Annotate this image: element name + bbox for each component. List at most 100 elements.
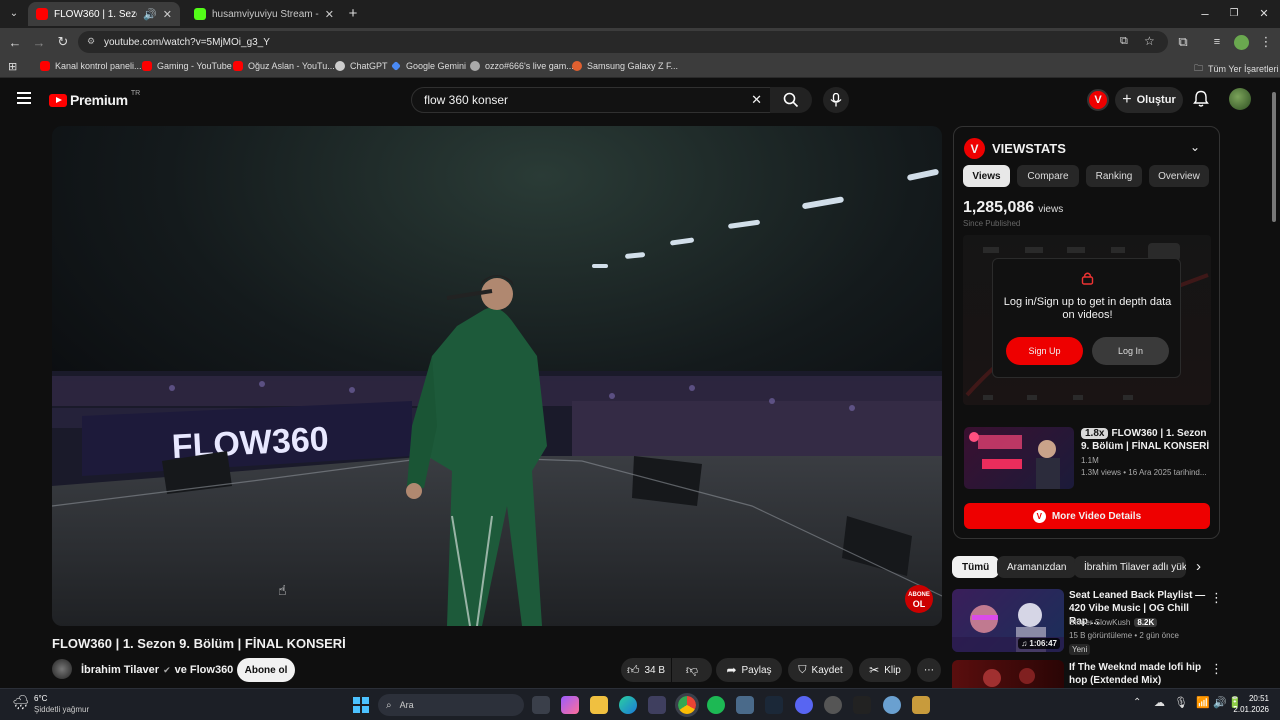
page-scrollbar[interactable] [1272, 92, 1276, 222]
all-bookmarks[interactable]: 🗀 Tüm Yer İşaretleri [1194, 61, 1279, 77]
tray-chevron-icon[interactable]: ⌃ [1133, 697, 1141, 708]
start-windows-icon[interactable] [353, 697, 369, 713]
bookmark-star-icon[interactable]: ☆ [1144, 34, 1155, 48]
tab-search-icon[interactable]: ⌄ [5, 4, 23, 22]
search-value: flow 360 konser [424, 93, 509, 107]
browser-menu-icon[interactable]: ⋮ [1257, 33, 1275, 51]
recommended-menu-icon[interactable]: ⋮ [1210, 590, 1223, 606]
league-icon[interactable] [912, 696, 930, 714]
copilot-icon[interactable] [561, 696, 579, 714]
forward-arrow-icon[interactable]: → [30, 33, 48, 51]
chrome-icon[interactable] [675, 693, 699, 717]
cast-icon[interactable]: ⧉ [1120, 35, 1128, 48]
chips-next-chevron-icon[interactable]: › [1196, 558, 1201, 575]
related-title-block[interactable]: 1.8x FLOW360 | 1. Sezon 9. Bölüm | FİNAL … [1081, 427, 1213, 453]
recommended-title[interactable]: If The Weeknd made lofi hip hop (Extende… [1069, 661, 1207, 687]
channel-collab[interactable]: ve Flow360 [175, 664, 234, 676]
bookmark-item[interactable]: Samsung Galaxy Z F... [572, 61, 678, 71]
video-player[interactable]: FLOW360 ABONE OL ☝ [52, 126, 942, 626]
bookmark-item[interactable]: Kanal kontrol paneli... [40, 61, 142, 71]
chip-all[interactable]: Tümü [952, 556, 1000, 578]
window-close-icon[interactable]: ✕ [1255, 4, 1273, 22]
wifi-icon[interactable]: 📶 [1196, 696, 1210, 709]
volume-icon[interactable]: 🔊 [1213, 696, 1227, 709]
tab-overview[interactable]: Overview [1149, 165, 1209, 187]
app-icon[interactable] [883, 696, 901, 714]
minimize-icon[interactable]: – [1196, 4, 1214, 22]
back-arrow-icon[interactable]: ← [6, 33, 24, 51]
viewstats-extension-icon[interactable]: V [1087, 89, 1109, 111]
spotify-icon[interactable] [707, 696, 725, 714]
tab-youtube[interactable]: FLOW360 | 1. Sezon 9. Bölüm 🔊 ✕ [28, 2, 180, 26]
onedrive-icon[interactable]: ☁ [1154, 696, 1165, 709]
tab-compare[interactable]: Compare [1017, 165, 1079, 187]
weather-icon[interactable]: 🌧 [12, 694, 30, 711]
channel-avatar[interactable] [52, 659, 72, 679]
tab-views[interactable]: Views [963, 165, 1010, 187]
channel-names[interactable]: İbrahim Tilaver ✔ ve Flow360 [81, 664, 233, 676]
apps-grid-icon[interactable]: ⊞ [8, 60, 17, 73]
bookmark-item[interactable]: ozzo#666's live gam... [470, 61, 574, 71]
hamburger-menu-icon[interactable] [17, 92, 31, 104]
collapse-chevron-icon[interactable]: ⌄ [1190, 140, 1200, 154]
file-explorer-icon[interactable] [590, 696, 608, 714]
app-icon[interactable] [736, 696, 754, 714]
search-icon: ⌕ [386, 699, 392, 711]
subscribe-button[interactable]: Abone ol [237, 658, 295, 682]
media-controls-icon[interactable]: ≡ [1208, 33, 1226, 51]
clock-date[interactable]: 2.01.2026 [1228, 705, 1269, 714]
chip-channel-uploads[interactable]: İbrahim Tilaver adlı yükl [1074, 556, 1186, 578]
tab-close-icon[interactable]: ✕ [163, 8, 172, 21]
site-info-icon[interactable]: ⚙ [87, 36, 95, 47]
address-bar[interactable]: ⚙ youtube.com/watch?v=5MjMOi_g3_Y ⧉ ☆ [78, 31, 1168, 53]
related-thumbnail[interactable] [964, 427, 1074, 489]
task-view-icon[interactable] [532, 696, 550, 714]
youtube-logo[interactable]: Premium TR [49, 90, 140, 108]
more-actions-button[interactable]: ⋯ [917, 658, 941, 682]
notifications-bell-icon[interactable] [1193, 90, 1209, 113]
clear-search-icon[interactable]: ✕ [751, 92, 762, 108]
dislike-button[interactable]: 👎︎ [672, 658, 712, 682]
bookmark-item[interactable]: ChatGPT [335, 61, 388, 71]
bookmark-item[interactable]: Oğuz Aslan - YouTu... [233, 61, 335, 71]
discord-icon[interactable] [795, 696, 813, 714]
taskbar-search-input[interactable]: ⌕ Ara [378, 694, 524, 716]
channel-name[interactable]: İbrahim Tilaver [81, 664, 159, 676]
recommended-channel[interactable]: Stoner SlowKush [1069, 618, 1130, 627]
steam-icon[interactable] [765, 696, 783, 714]
tab-kick[interactable]: husamviyuviyu Stream - Watch ✕ [186, 2, 342, 26]
more-video-details-button[interactable]: V More Video Details [964, 503, 1210, 529]
capcut-icon[interactable] [853, 696, 871, 714]
chip-from-search[interactable]: Aramanızdan [997, 556, 1077, 578]
new-tab-plus-icon[interactable]: + [344, 4, 362, 22]
search-button[interactable] [770, 87, 812, 113]
clip-button[interactable]: ✂ Klip [859, 658, 911, 682]
log-in-button[interactable]: Log In [1092, 337, 1169, 365]
bookmark-item[interactable]: Gaming - YouTube [142, 61, 232, 71]
tab-ranking[interactable]: Ranking [1086, 165, 1142, 187]
restore-icon[interactable]: ❐ [1225, 4, 1243, 22]
sign-up-button[interactable]: Sign Up [1006, 337, 1083, 365]
tab-close-icon[interactable]: ✕ [325, 8, 334, 21]
profile-avatar[interactable] [1234, 35, 1249, 50]
clock-time[interactable]: 20:51 [1245, 694, 1269, 703]
like-button[interactable]: 👍︎ 34 B [621, 658, 671, 682]
plus-icon: + [1122, 91, 1132, 108]
save-button[interactable]: ⛉ Kaydet [788, 658, 853, 682]
search-input[interactable]: flow 360 konser ✕ [411, 87, 771, 113]
voice-search-button[interactable] [823, 87, 849, 113]
extensions-icon[interactable]: ⧉ [1174, 33, 1192, 51]
recommended-thumbnail[interactable] [952, 660, 1064, 688]
bookmark-item[interactable]: Google Gemini [391, 61, 466, 71]
recommended-menu-icon[interactable]: ⋮ [1210, 661, 1223, 677]
share-button[interactable]: ➦ Paylaş [716, 658, 782, 682]
reload-icon[interactable]: ↻ [54, 33, 72, 51]
account-avatar[interactable] [1229, 88, 1251, 110]
obs-icon[interactable] [824, 696, 842, 714]
recommended-thumbnail[interactable]: ♫ 1:06:47 [952, 589, 1064, 652]
create-button[interactable]: + Oluştur [1115, 87, 1183, 113]
microphone-tray-icon[interactable]: 🎙 [1174, 696, 1188, 709]
edge-icon[interactable] [619, 696, 637, 714]
store-icon[interactable] [648, 696, 666, 714]
thumbs-down-icon: 👎︎ [685, 662, 699, 677]
